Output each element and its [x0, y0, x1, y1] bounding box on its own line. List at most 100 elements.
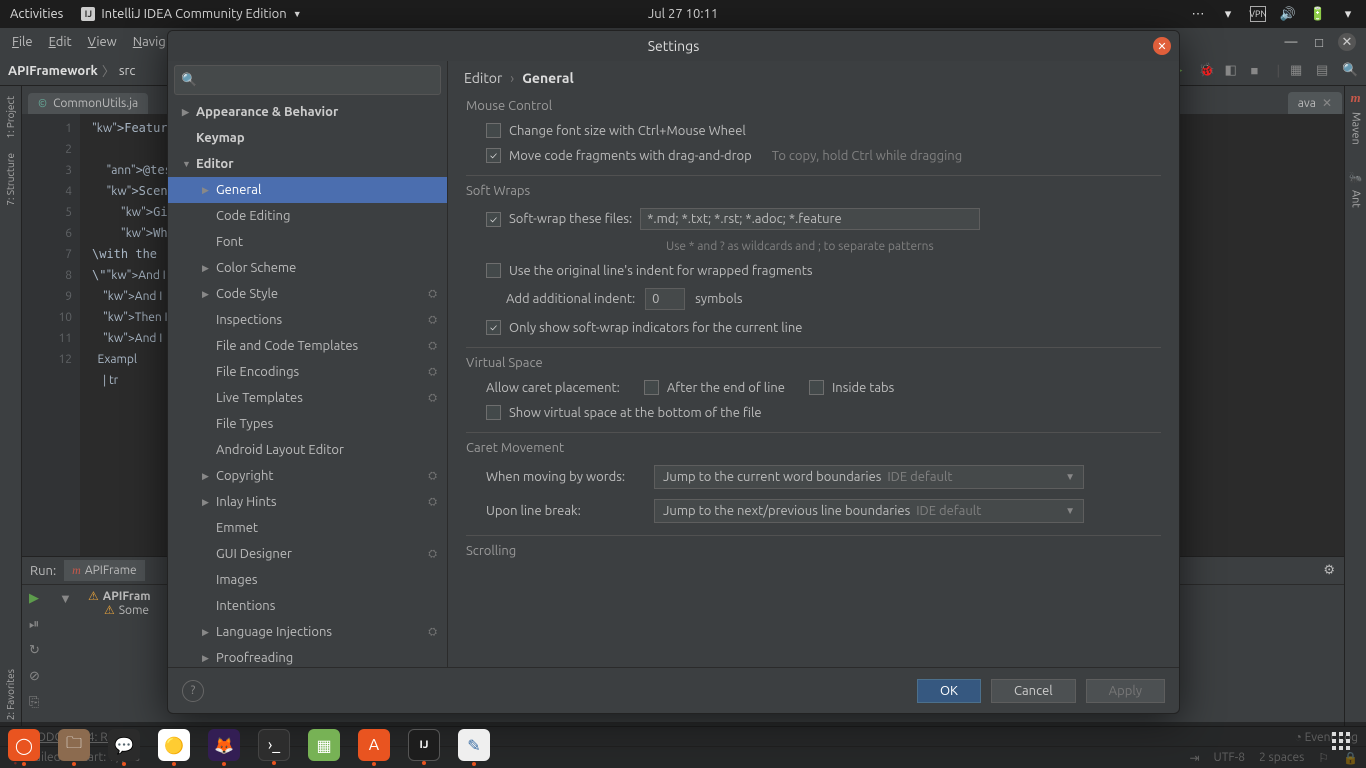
input-soft-wrap-patterns[interactable] — [640, 208, 980, 230]
app-indicator[interactable]: IJ IntelliJ IDEA Community Edition ▼ — [81, 7, 301, 21]
dock-firefox[interactable]: 🦊 — [208, 729, 240, 761]
settings-tree-item-file-encodings[interactable]: File Encodings⛭ — [168, 359, 447, 385]
settings-tree-item-gui-designer[interactable]: GUI Designer⛭ — [168, 541, 447, 567]
settings-tree[interactable]: ▶Appearance & BehaviorKeymap▼Editor▶Gene… — [168, 99, 447, 667]
os-top-bar: Activities IJ IntelliJ IDEA Community Ed… — [0, 0, 1366, 28]
cb-softwrap-indicators[interactable] — [486, 320, 501, 335]
settings-content[interactable]: Mouse Control Change font size with Ctrl… — [448, 95, 1179, 667]
breadcrumb-project[interactable]: APIFramework — [8, 64, 98, 78]
breadcrumb-segment[interactable]: src — [119, 64, 136, 78]
settings-tree-item-file-and-code-templates[interactable]: File and Code Templates⛭ — [168, 333, 447, 359]
settings-tree-item-emmet[interactable]: Emmet — [168, 515, 447, 541]
settings-tree-item-live-templates[interactable]: Live Templates⛭ — [168, 385, 447, 411]
dock-show-apps[interactable] — [1332, 732, 1358, 758]
settings-tree-item-inlay-hints[interactable]: ▶Inlay Hints⛭ — [168, 489, 447, 515]
stop-icon[interactable]: ■ — [1251, 63, 1267, 79]
cb-soft-wrap-files[interactable] — [486, 212, 501, 227]
settings-tree-item-keymap[interactable]: Keymap — [168, 125, 447, 151]
menu-file[interactable]: File — [6, 33, 39, 51]
search-icon: 🔍 — [181, 73, 197, 88]
settings-tree-item-inspections[interactable]: Inspections⛭ — [168, 307, 447, 333]
wifi-icon[interactable]: ▾ — [1220, 6, 1236, 22]
menu-dots-icon[interactable]: ⋯ — [1190, 6, 1206, 22]
dock-software[interactable]: A — [358, 729, 390, 761]
help-button[interactable]: ? — [182, 680, 204, 702]
menu-navigate[interactable]: Navig — [127, 33, 172, 51]
settings-tree-item-android-layout-editor[interactable]: Android Layout Editor — [168, 437, 447, 463]
dock-files[interactable]: 🗀 — [58, 729, 90, 761]
debug-icon[interactable]: 🐞 — [1199, 63, 1215, 79]
settings-tree-item-font[interactable]: Font — [168, 229, 447, 255]
cb-inside-tabs[interactable] — [809, 380, 824, 395]
rerun-failed-icon[interactable]: ↻ — [29, 643, 45, 659]
settings-search-input[interactable]: 🔍 — [174, 65, 441, 95]
search-everywhere-icon[interactable]: 🔍 — [1342, 63, 1358, 79]
dock-chat[interactable]: 💬 — [108, 729, 140, 761]
settings-tree-item-editor[interactable]: ▼Editor — [168, 151, 447, 177]
settings-tree-item-copyright[interactable]: ▶Copyright⛭ — [168, 463, 447, 489]
apply-button[interactable]: Apply — [1086, 679, 1165, 703]
vpn-icon[interactable]: VPN — [1250, 6, 1266, 22]
expand-icon[interactable]: ▼ — [59, 591, 75, 607]
run-tree-root[interactable]: APIFram — [103, 590, 151, 603]
dock-text-editor[interactable]: ✎ — [458, 729, 490, 761]
battery-icon[interactable]: 🔋 — [1310, 6, 1326, 22]
run-gear-icon[interactable]: ⚙ — [1323, 563, 1335, 578]
cb-move-drag-drop[interactable] — [486, 148, 501, 163]
drop-line-break[interactable]: Jump to the next/previous line boundarie… — [654, 499, 1084, 523]
settings-tree-item-proofreading[interactable]: ▶Proofreading — [168, 645, 447, 667]
settings-tree-item-images[interactable]: Images — [168, 567, 447, 593]
window-maximize-icon[interactable]: □ — [1310, 33, 1328, 51]
lbl-indent-unit: symbols — [695, 292, 742, 306]
cancel-button[interactable]: Cancel — [991, 679, 1076, 703]
settings-tool-icon[interactable]: ▤ — [1316, 63, 1332, 79]
dialog-close-icon[interactable]: ✕ — [1153, 37, 1171, 55]
menu-edit[interactable]: Edit — [43, 33, 78, 51]
dock-chrome[interactable]: 🟡 — [158, 729, 190, 761]
run-config-tab[interactable]: m APIFrame — [64, 560, 145, 581]
scope-icon: ⛭ — [428, 288, 437, 301]
cb-after-eol[interactable] — [644, 380, 659, 395]
settings-tree-item-code-editing[interactable]: Code Editing — [168, 203, 447, 229]
settings-tree-item-color-scheme[interactable]: ▶Color Scheme — [168, 255, 447, 281]
coverage-icon[interactable]: ◧ — [1225, 63, 1241, 79]
drop-moving-words[interactable]: Jump to the current word boundaries IDE … — [654, 465, 1084, 489]
tool-maven[interactable]: Maven — [1350, 106, 1362, 151]
clock[interactable]: Jul 27 10:11 — [648, 7, 718, 21]
ok-button[interactable]: OK — [917, 679, 981, 703]
cb-virtual-bottom[interactable] — [486, 405, 501, 420]
dock-postman[interactable]: ◯ — [8, 729, 40, 761]
tool-ant[interactable]: Ant — [1350, 184, 1362, 214]
tool-favorites[interactable]: 2: Favorites — [5, 663, 16, 726]
volume-icon[interactable]: 🔊 — [1280, 6, 1296, 22]
dock-intellij[interactable]: IJ — [408, 729, 440, 761]
dock-terminal[interactable]: ›_ — [258, 729, 290, 761]
lbl-after-eol: After the end of line — [667, 381, 785, 395]
crumb-editor[interactable]: Editor — [464, 70, 502, 86]
cb-change-font-size[interactable] — [486, 123, 501, 138]
tab-close-icon[interactable]: ✕ — [1322, 96, 1332, 110]
editor-tab-commonutils[interactable]: © CommonUtils.ja — [28, 93, 148, 114]
settings-tree-item-language-injections[interactable]: ▶Language Injections⛭ — [168, 619, 447, 645]
settings-tree-item-general[interactable]: ▶General — [168, 177, 447, 203]
settings-tree-item-appearance-behavior[interactable]: ▶Appearance & Behavior — [168, 99, 447, 125]
toggle-autotest-icon[interactable]: ⊘ — [29, 669, 45, 685]
stop-icon[interactable]: ⏯ — [29, 617, 45, 633]
settings-tree-item-intentions[interactable]: Intentions — [168, 593, 447, 619]
settings-tree-item-file-types[interactable]: File Types — [168, 411, 447, 437]
settings-tree-item-code-style[interactable]: ▶Code Style⛭ — [168, 281, 447, 307]
rerun-icon[interactable]: ▶ — [29, 591, 45, 607]
menu-view[interactable]: View — [82, 33, 123, 51]
activities-button[interactable]: Activities — [10, 7, 63, 21]
cb-original-indent[interactable] — [486, 263, 501, 278]
power-icon[interactable]: ▾ — [1340, 6, 1356, 22]
window-minimize-icon[interactable]: — — [1282, 33, 1300, 51]
dock-app[interactable]: ▦ — [308, 729, 340, 761]
window-close-icon[interactable]: ✕ — [1338, 33, 1356, 51]
input-additional-indent[interactable] — [645, 288, 685, 310]
export-icon[interactable]: ⎘ — [29, 695, 45, 711]
tool-project[interactable]: 1: Project — [5, 90, 16, 145]
tool-structure[interactable]: 7: Structure — [5, 147, 16, 212]
editor-tab-right[interactable]: ava ✕ — [1288, 92, 1342, 114]
project-structure-icon[interactable]: ▦ — [1290, 63, 1306, 79]
